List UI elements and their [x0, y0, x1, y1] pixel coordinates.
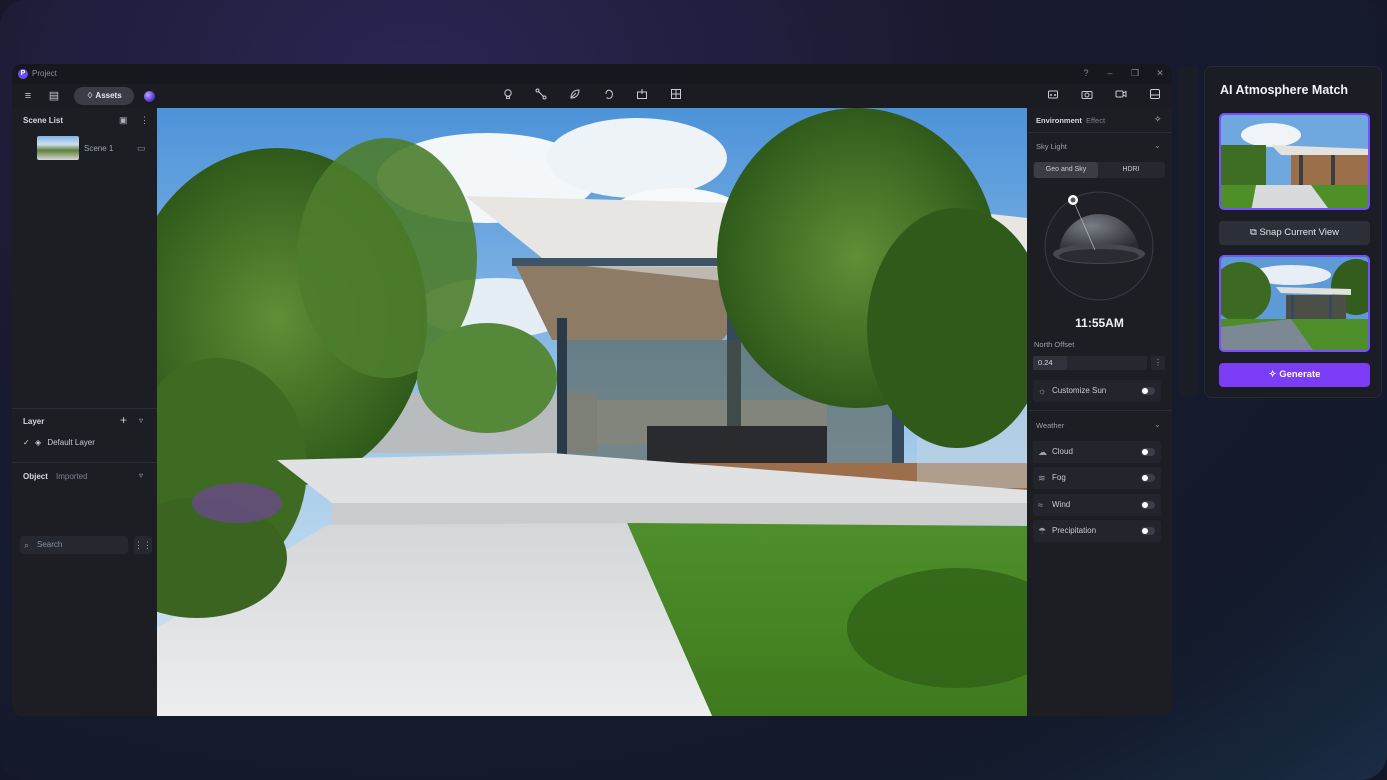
sun-icon: ☼ [1038, 386, 1047, 396]
cloud-icon: ☁ [1038, 447, 1047, 457]
menu-icon[interactable]: ≡ [20, 88, 36, 104]
assets-label: Assets [95, 91, 122, 100]
texture-icon[interactable] [668, 88, 684, 104]
filter-icon[interactable]: ▿ [139, 471, 143, 480]
camera-icon[interactable] [1079, 88, 1095, 104]
sparkle-icon[interactable]: ✧ [1154, 114, 1162, 125]
path-icon[interactable] [533, 88, 549, 104]
divider [1027, 410, 1172, 411]
divider [12, 462, 157, 463]
more-icon[interactable]: ⋮ [1151, 356, 1165, 370]
tab-object[interactable]: Object [23, 472, 48, 481]
more-icon[interactable]: ⋮ [140, 115, 149, 126]
tab-effect[interactable]: Effect [1086, 116, 1105, 125]
sun-time: 11:55AM [1075, 316, 1124, 330]
precipitation-toggle[interactable]: ☂ Precipitation [1033, 520, 1161, 542]
toggle-switch[interactable] [1141, 387, 1155, 395]
customize-sun-label: Customize Sun [1052, 386, 1107, 395]
export-icon[interactable] [1147, 88, 1163, 104]
sun-dial[interactable] [1043, 190, 1155, 302]
grid-view-button[interactable]: ⋮⋮ [134, 536, 152, 554]
left-panel: Scene List ▣ ⋮ Scene 1 ▭ Layer + ▿ ✓ ◈ D… [12, 108, 157, 716]
scene-render [157, 108, 1027, 716]
chevron-down-icon[interactable]: ⌄ [1154, 141, 1161, 150]
customize-sun-toggle[interactable]: ☼ Customize Sun [1033, 380, 1161, 402]
tab-imported[interactable]: Imported [56, 472, 88, 481]
north-offset-value[interactable]: 0.24 [1033, 356, 1067, 370]
editor-window: P Project ? – ❐ ✕ ≡ ▤ ♢ Assets Scene Lis… [12, 64, 1172, 716]
umbrella-icon: ☂ [1038, 526, 1047, 536]
hand-icon[interactable] [601, 88, 617, 104]
scene-label: Scene 1 [84, 144, 114, 153]
toggle-switch[interactable] [1141, 501, 1155, 509]
north-offset-slider[interactable]: 0.24 [1033, 356, 1147, 370]
video-icon[interactable] [1113, 88, 1129, 104]
generate-label: Generate [1279, 369, 1321, 380]
toggle-switch[interactable] [1141, 527, 1155, 535]
scene-thumbnail [37, 136, 79, 160]
toggle-switch[interactable] [1141, 474, 1155, 482]
seg-hdri[interactable]: HDRI [1099, 162, 1163, 178]
chevron-down-icon[interactable]: ⌄ [1154, 420, 1161, 429]
weather-title: Weather [1036, 421, 1065, 430]
assets-button[interactable]: ♢ Assets [74, 87, 134, 105]
restore-icon[interactable]: ❐ [1129, 68, 1141, 79]
filter-icon[interactable]: ▿ [139, 416, 143, 425]
close-icon[interactable]: ✕ [1154, 68, 1166, 79]
cloud-label: Cloud [1052, 447, 1073, 456]
add-scene-icon[interactable]: ▣ [119, 115, 128, 126]
add-layer-icon[interactable]: + [120, 413, 127, 427]
project-name: Project [32, 69, 57, 78]
app-logo: P [18, 69, 28, 79]
leaf-icon[interactable] [567, 88, 583, 104]
render-icon[interactable] [1045, 88, 1061, 104]
divider [1027, 132, 1172, 133]
wind-icon: ≈ [1038, 500, 1043, 510]
snap-label: Snap Current View [1259, 227, 1339, 238]
wind-toggle[interactable]: ≈ Wind [1033, 494, 1161, 516]
layers-icon: ◈ [34, 438, 42, 447]
ai-orb-icon[interactable] [144, 91, 155, 102]
ai-panel-title: AI Atmosphere Match [1220, 83, 1349, 97]
minimize-icon[interactable]: – [1104, 68, 1116, 78]
seg-geo-and-sky[interactable]: Geo and Sky [1034, 162, 1098, 178]
help-icon[interactable]: ? [1080, 68, 1092, 78]
search-placeholder: Search [37, 540, 63, 549]
divider [12, 408, 157, 409]
fog-toggle[interactable]: ≋ Fog [1033, 467, 1161, 489]
precipitation-label: Precipitation [1052, 526, 1097, 535]
cloud-toggle[interactable]: ☁ Cloud [1033, 441, 1161, 463]
layer-label: Default Layer [47, 438, 95, 447]
tab-environment[interactable]: Environment [1036, 116, 1082, 125]
sparkle-icon: ✧ [1268, 369, 1280, 380]
fog-icon: ≋ [1038, 473, 1046, 483]
snapshot-image[interactable] [1219, 255, 1370, 352]
generate-button[interactable]: ✧ Generate [1219, 363, 1370, 387]
snap-current-view-button[interactable]: ⧉ Snap Current View [1219, 221, 1370, 245]
scene-camera-icon[interactable]: ▭ [137, 143, 146, 154]
search-icon: ⌕ [24, 540, 30, 550]
toggle-switch[interactable] [1141, 448, 1155, 456]
north-offset-label: North Offset [1034, 340, 1075, 349]
reference-image[interactable] [1219, 113, 1370, 210]
import-icon[interactable] [634, 88, 650, 104]
right-panel: Environment Effect ✧ Sky Light ⌄ Geo and… [1027, 108, 1172, 716]
wind-label: Wind [1052, 500, 1071, 509]
layer-item[interactable]: ✓ ◈ Default Layer [23, 438, 95, 447]
3d-viewport[interactable] [157, 108, 1027, 716]
scene-list-title: Scene List [23, 116, 64, 125]
file-icon[interactable]: ▤ [46, 88, 62, 104]
collapsed-panel-strip [1178, 66, 1198, 396]
title-bar: P Project ? – ❐ ✕ [12, 64, 1172, 84]
main-toolbar: ≡ ▤ ♢ Assets [12, 84, 1172, 108]
layer-title: Layer [23, 417, 45, 426]
fog-label: Fog [1052, 473, 1066, 482]
light-icon[interactable] [500, 88, 516, 104]
search-input[interactable]: ⌕ Search [20, 536, 128, 554]
ai-atmosphere-panel: AI Atmosphere Match ⧉ Snap Current View [1204, 66, 1382, 398]
sky-light-title: Sky Light [1036, 142, 1067, 151]
check-icon: ✓ [23, 438, 30, 447]
